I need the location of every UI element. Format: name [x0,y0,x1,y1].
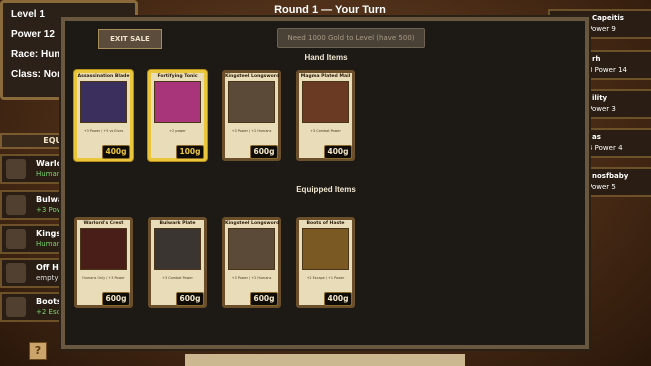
card-name: Kingsteel Longsword [225,74,280,79]
equipped-card[interactable]: Warlord's Crest Humans Only / +3 Power 6… [74,217,133,308]
equipped-card[interactable]: Bulwark Plate +3 Combat Power 600g [148,217,207,308]
card-desc: +3 Combat Power [310,129,341,133]
helmet-icon [6,159,26,179]
equip-slot-head[interactable]: Warlor Humans O [0,154,73,184]
round-title: Round 1 — Your Turn [274,4,386,16]
slot-name: Off Ha [36,263,65,272]
slot-stat: empty [36,274,59,282]
equip-slot-off-hand[interactable]: Off Ha empty [0,258,66,288]
card-desc: +2 Escape / +1 Power [306,276,345,280]
card-price: 400g [324,145,352,159]
hand-card[interactable]: Magma Plated Mail +3 Combat Power 400g [296,70,355,161]
equipped-card[interactable]: Boots of Haste +2 Escape / +1 Power 400g [296,217,355,308]
card-name: Bulwark Plate [159,221,196,226]
card-price: 600g [102,292,130,306]
opponent-name: ility [592,94,608,102]
card-desc: Humans Only / +3 Power [82,276,125,280]
card-name: Warlord's Crest [83,221,124,226]
equipped-card[interactable]: Kingsteel Longsword +3 Power / +2 Humans… [222,217,281,308]
equipped-items-title: Equipped Items [296,185,356,194]
card-desc: +3 Power / +2 Humans [231,276,272,280]
card-name: Fortifying Tonic [157,74,198,79]
card-art [302,228,349,270]
help-button[interactable]: ? [29,342,47,360]
card-name: Boots of Haste [306,221,345,226]
card-art [154,81,201,123]
equip-slot-feet[interactable]: Boots o +2 Escap [0,292,70,322]
card-desc: +3 Power / +2 Humans [231,129,272,133]
hand-card[interactable]: Fortifying Tonic +2 power 100g [148,70,207,161]
hand-card-strip [185,354,465,366]
card-price: 400g [102,145,130,159]
equip-slot-body[interactable]: Bulwar +3 Power [0,190,70,220]
card-art [154,228,201,270]
card-desc: +2 power [169,129,186,133]
level-up-button[interactable]: Need 1000 Gold to Level (have 500) [277,28,425,48]
opponent-stat: Power 5 [588,183,616,191]
hand-items-title: Hand Items [304,53,348,62]
card-name: Kingsteel Longsword [225,221,280,226]
opponent-name: nosfbaby [592,172,629,180]
exit-sale-button[interactable]: EXIT SALE [98,29,162,49]
armor-icon [6,195,26,215]
card-art [228,228,275,270]
opponent-stat: Power 3 [588,105,616,113]
opponent-name: as [592,133,601,141]
card-desc: +3 Power / +5 vs Elves [83,129,124,133]
card-price: 600g [250,145,278,159]
opponent-name: Capeitis [592,14,624,22]
hand-card[interactable]: Kingsteel Longsword +3 Power / +2 Humans… [222,70,281,161]
sword-icon [6,229,26,249]
opponent-stat: 8 Power 14 [588,66,627,74]
card-name: Assassination Blade [77,74,130,79]
opponent-stat: 4 Power 4 [588,144,623,152]
opponent-stat: Power 9 [588,25,616,33]
card-name: Magma Plated Mail [300,74,351,79]
equip-slot-main-hand[interactable]: Kingste Humans O [0,224,73,254]
card-price: 600g [250,292,278,306]
card-art [80,228,127,270]
card-art [228,81,275,123]
shield-icon [6,263,26,283]
equipment-tab[interactable]: EQU [0,133,68,149]
card-art [80,81,127,123]
card-price: 100g [176,145,204,159]
opponent-name: rh [592,55,601,63]
card-price: 400g [324,292,352,306]
hand-card[interactable]: Assassination Blade +3 Power / +5 vs Elv… [74,70,133,161]
card-art [302,81,349,123]
card-desc: +3 Combat Power [162,276,193,280]
boots-icon [6,297,26,317]
card-price: 600g [176,292,204,306]
